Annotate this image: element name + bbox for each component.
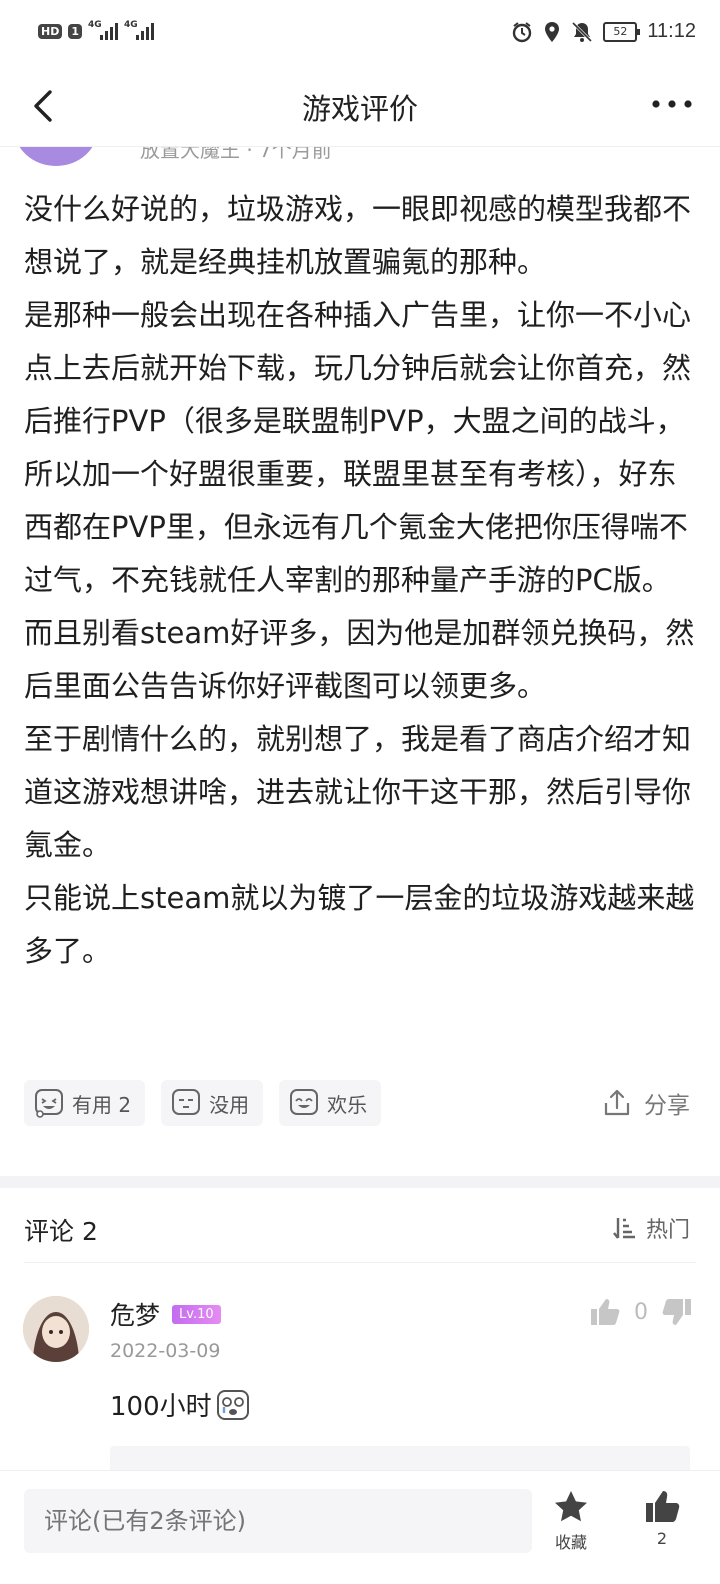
comment-avatar[interactable]: [23, 1296, 89, 1362]
share-label: 分享: [644, 1093, 690, 1119]
status-left: HD 1 4G 4G: [38, 20, 154, 40]
funny-label: 欢乐: [327, 1092, 368, 1117]
review-paragraph-1: 没什么好说的，垃圾游戏，一眼即视感的模型我都不想说了，就是经典挂机放置骗氪的那种…: [24, 192, 692, 279]
comment-username[interactable]: 危梦: [110, 1296, 160, 1332]
reaction-bar: 有用 2 没用 欢乐: [24, 1080, 382, 1126]
laugh-face-icon: [35, 1089, 63, 1118]
bottom-bar: 收藏 2: [0, 1470, 720, 1584]
funny-button[interactable]: 欢乐: [279, 1080, 382, 1126]
alarm-icon: [513, 21, 532, 42]
nav-bar: 游戏评价: [0, 72, 720, 147]
section-divider: [0, 1176, 720, 1188]
comment-text: 100小时: [110, 1392, 212, 1422]
comment-vote: 0: [590, 1298, 692, 1326]
signal-icon-2: 4G: [124, 20, 154, 40]
sim-badge: 1: [68, 23, 82, 39]
review-paragraph-3: 而且别看steam好评多，因为他是加群领兑换码，然后里面公告告诉你好评截图可以领…: [24, 616, 695, 703]
thumb-up-filled-icon: [646, 1491, 680, 1522]
page-title: 游戏评价: [301, 92, 418, 126]
happy-face-icon: [290, 1089, 319, 1115]
comment-input[interactable]: [24, 1489, 532, 1553]
like-count: 2: [656, 1529, 668, 1548]
location-icon: [545, 21, 560, 42]
comments-divider: [24, 1262, 696, 1263]
review-paragraph-5: 只能说上steam就以为镀了一层金的垃圾游戏越来越多了。: [24, 881, 695, 968]
useless-button[interactable]: 没用: [161, 1080, 264, 1126]
sort-icon: [613, 1218, 635, 1239]
favorite-label: 收藏: [554, 1533, 587, 1552]
like-button[interactable]: 2: [632, 1489, 692, 1548]
level-badge: Lv.10: [172, 1304, 221, 1324]
review-paragraph-2: 是那种一般会出现在各种插入广告里，让你一不小心点上去后就开始下载，玩几分钟后就会…: [24, 298, 692, 597]
comment-date: 2022-03-09: [110, 1340, 221, 1362]
comment-user-row: 危梦 Lv.10: [110, 1296, 221, 1332]
useful-label: 有用 2: [72, 1092, 132, 1117]
status-bar: HD 1 4G 4G 52 11:12: [0, 0, 720, 72]
comment-like-count: 0: [634, 1299, 648, 1325]
useless-label: 没用: [209, 1092, 250, 1117]
status-right: 52 11:12: [511, 20, 696, 43]
sort-label: 热门: [645, 1218, 690, 1243]
hd-badge: HD: [38, 23, 63, 39]
comment-text-row: 100小时: [110, 1386, 250, 1423]
thumb-down-icon[interactable]: [662, 1298, 692, 1326]
favorite-button[interactable]: 收藏: [541, 1489, 601, 1553]
share-icon: [604, 1089, 630, 1116]
review-paragraph-4: 至于剧情什么的，就别想了，我是看了商店介绍才知道这游戏想讲啥，进去就让你干这干那…: [24, 722, 692, 862]
share-button[interactable]: 分享: [602, 1086, 690, 1120]
crying-face-icon: [216, 1389, 249, 1420]
mute-bell-icon: [572, 21, 593, 42]
signal-icon: 4G: [88, 20, 118, 40]
more-icon[interactable]: [650, 94, 694, 114]
sort-hot-button[interactable]: 热门: [612, 1212, 690, 1244]
useful-button[interactable]: 有用 2: [24, 1080, 146, 1126]
network-type-2: 4G: [124, 20, 138, 30]
network-type-1: 4G: [88, 20, 102, 30]
meh-face-icon: [172, 1089, 201, 1115]
battery-icon: 52: [603, 21, 641, 42]
star-icon: [555, 1491, 587, 1522]
status-time: 11:12: [647, 20, 696, 42]
thumb-up-icon[interactable]: [590, 1298, 620, 1326]
comments-header: 评论 2: [24, 1217, 98, 1246]
review-body: 没什么好说的，垃圾游戏，一眼即视感的模型我都不想说了，就是经典挂机放置骗氪的那种…: [24, 183, 696, 978]
